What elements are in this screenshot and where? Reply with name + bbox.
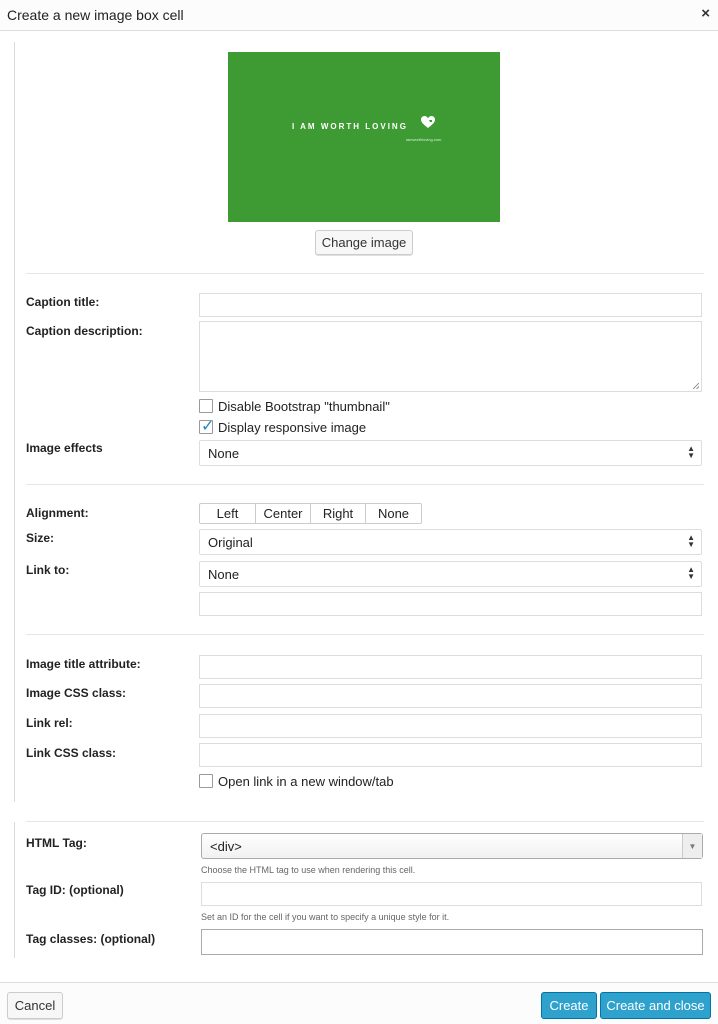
link-to-label: Link to:: [26, 563, 70, 577]
alignment-left-option[interactable]: Left: [200, 504, 256, 523]
image-css-class-label: Image CSS class:: [26, 686, 127, 700]
responsive-image-checkbox[interactable]: ✓: [199, 418, 214, 435]
tag-classes-input[interactable]: [201, 929, 703, 955]
dropdown-arrow-icon[interactable]: ▼: [682, 834, 702, 858]
dialog-footer: Cancel Create Create and close: [0, 982, 718, 1024]
new-window-label: Open link in a new window/tab: [218, 773, 394, 789]
size-value: Original: [208, 535, 253, 550]
html-tag-label: HTML Tag:: [26, 836, 87, 850]
disable-thumbnail-checkbox[interactable]: [199, 399, 213, 413]
dialog-title: Create a new image box cell: [7, 7, 184, 23]
html-tag-select[interactable]: <div> ▼: [201, 833, 703, 859]
link-to-select[interactable]: None ▲ ▼: [199, 561, 702, 587]
new-window-checkbox[interactable]: [199, 774, 213, 788]
section-rule-left-cell: [14, 822, 15, 958]
responsive-image-option[interactable]: ✓ Display responsive image: [199, 418, 366, 436]
link-to-value: None: [208, 567, 240, 582]
image-effects-value: None: [208, 446, 240, 461]
create-and-close-button[interactable]: Create and close: [600, 992, 711, 1019]
divider: [26, 484, 704, 485]
disable-thumbnail-label: Disable Bootstrap "thumbnail": [218, 398, 390, 414]
cancel-button[interactable]: Cancel: [7, 992, 63, 1019]
resize-grip-icon[interactable]: [693, 383, 699, 389]
image-preview: I AM WORTH LOVING iamworthloving.com: [228, 52, 500, 222]
heart-icon: [421, 116, 435, 128]
disable-thumbnail-option[interactable]: Disable Bootstrap "thumbnail": [199, 397, 390, 415]
image-effects-label: Image effects: [26, 441, 103, 455]
updown-arrows-icon: ▲ ▼: [687, 444, 695, 460]
image-css-class-input[interactable]: [199, 684, 702, 708]
image-effects-select[interactable]: None ▲ ▼: [199, 440, 702, 466]
caption-title-input[interactable]: [199, 293, 702, 317]
preview-subtext: iamworthloving.com: [406, 137, 442, 142]
tag-id-help: Set an ID for the cell if you want to sp…: [201, 912, 450, 922]
create-button[interactable]: Create: [541, 992, 597, 1019]
link-css-class-label: Link CSS class:: [26, 746, 117, 760]
caption-description-textarea[interactable]: [199, 321, 702, 392]
size-label: Size:: [26, 531, 55, 545]
image-title-attribute-label: Image title attribute:: [26, 657, 141, 671]
updown-arrows-icon: ▲ ▼: [687, 533, 695, 549]
image-title-attribute-input[interactable]: [199, 655, 702, 679]
caption-description-label: Caption description:: [26, 324, 143, 338]
link-css-class-input[interactable]: [199, 743, 702, 767]
link-url-input[interactable]: [199, 592, 702, 616]
divider: [26, 634, 704, 635]
html-tag-help: Choose the HTML tag to use when renderin…: [201, 865, 416, 875]
caption-title-label: Caption title:: [26, 295, 100, 309]
responsive-image-label: Display responsive image: [218, 419, 367, 435]
html-tag-value: <div>: [210, 839, 242, 854]
dialog-titlebar: Create a new image box cell ×: [0, 0, 718, 31]
alignment-none-option[interactable]: None: [366, 504, 421, 523]
new-window-option[interactable]: Open link in a new window/tab: [199, 772, 394, 790]
updown-arrows-icon: ▲ ▼: [687, 565, 695, 581]
divider: [26, 821, 704, 822]
checkmark-icon: ✓: [201, 418, 215, 435]
size-select[interactable]: Original ▲ ▼: [199, 529, 702, 555]
section-rule-left: [14, 42, 15, 802]
alignment-label: Alignment:: [26, 506, 89, 520]
alignment-center-option[interactable]: Center: [256, 504, 311, 523]
preview-headline: I AM WORTH LOVING: [292, 122, 408, 131]
close-icon[interactable]: ×: [701, 5, 710, 22]
divider: [26, 273, 704, 274]
change-image-button[interactable]: Change image: [315, 230, 413, 255]
tag-classes-label: Tag classes: (optional): [26, 932, 156, 946]
link-rel-label: Link rel:: [26, 716, 73, 730]
tag-id-label: Tag ID: (optional): [26, 883, 124, 897]
link-rel-input[interactable]: [199, 714, 702, 738]
alignment-segmented-control: Left Center Right None: [199, 503, 422, 524]
alignment-right-option[interactable]: Right: [311, 504, 366, 523]
tag-id-input[interactable]: [201, 882, 702, 906]
